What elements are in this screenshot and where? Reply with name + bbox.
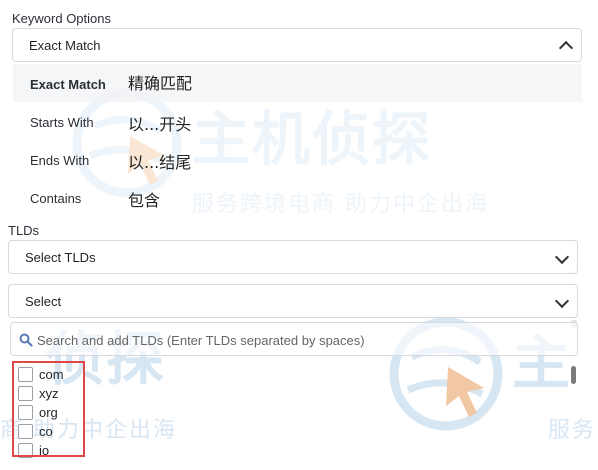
- keyword-options-menu: Exact Match 精确匹配 Starts With 以...开头 Ends…: [13, 64, 582, 216]
- option-label: Starts With: [30, 115, 94, 130]
- option-translation: 以...开头: [128, 115, 192, 134]
- option-contains[interactable]: Contains 包含: [13, 178, 582, 216]
- option-translation: 以...结尾: [128, 153, 192, 172]
- chevron-up-icon[interactable]: [558, 40, 574, 56]
- option-translation: 包含: [128, 191, 161, 210]
- scrollbar-thumb[interactable]: [571, 366, 576, 384]
- chevron-down-icon[interactable]: [554, 293, 570, 309]
- option-label: Exact Match: [30, 77, 106, 92]
- select-dropdown[interactable]: Select: [8, 284, 578, 318]
- search-icon: [19, 333, 33, 347]
- option-translation: 精确匹配: [128, 74, 193, 93]
- tld-search-box: [10, 322, 578, 356]
- highlight-annotation-box: [12, 361, 85, 457]
- option-label: Contains: [30, 191, 82, 206]
- option-ends-with[interactable]: Ends With 以...结尾: [13, 140, 582, 178]
- tld-checkbox-list: com xyz org co io: [0, 360, 598, 470]
- select-tlds-dropdown[interactable]: Select TLDs: [8, 240, 578, 274]
- option-exact-match[interactable]: Exact Match 精确匹配: [13, 64, 582, 102]
- chevron-down-icon[interactable]: [554, 249, 570, 265]
- keyword-options-label: Keyword Options: [12, 11, 111, 26]
- option-starts-with[interactable]: Starts With 以...开头: [13, 102, 582, 140]
- option-label: Ends With: [30, 153, 90, 168]
- tld-search-input[interactable]: [35, 330, 559, 350]
- select-tlds-value: Select TLDs: [25, 249, 96, 265]
- keyword-options-selected-value: Exact Match: [29, 37, 101, 53]
- keyword-options-select[interactable]: Exact Match: [12, 28, 582, 62]
- select-value: Select: [25, 293, 62, 309]
- tlds-label: TLDs: [8, 223, 40, 238]
